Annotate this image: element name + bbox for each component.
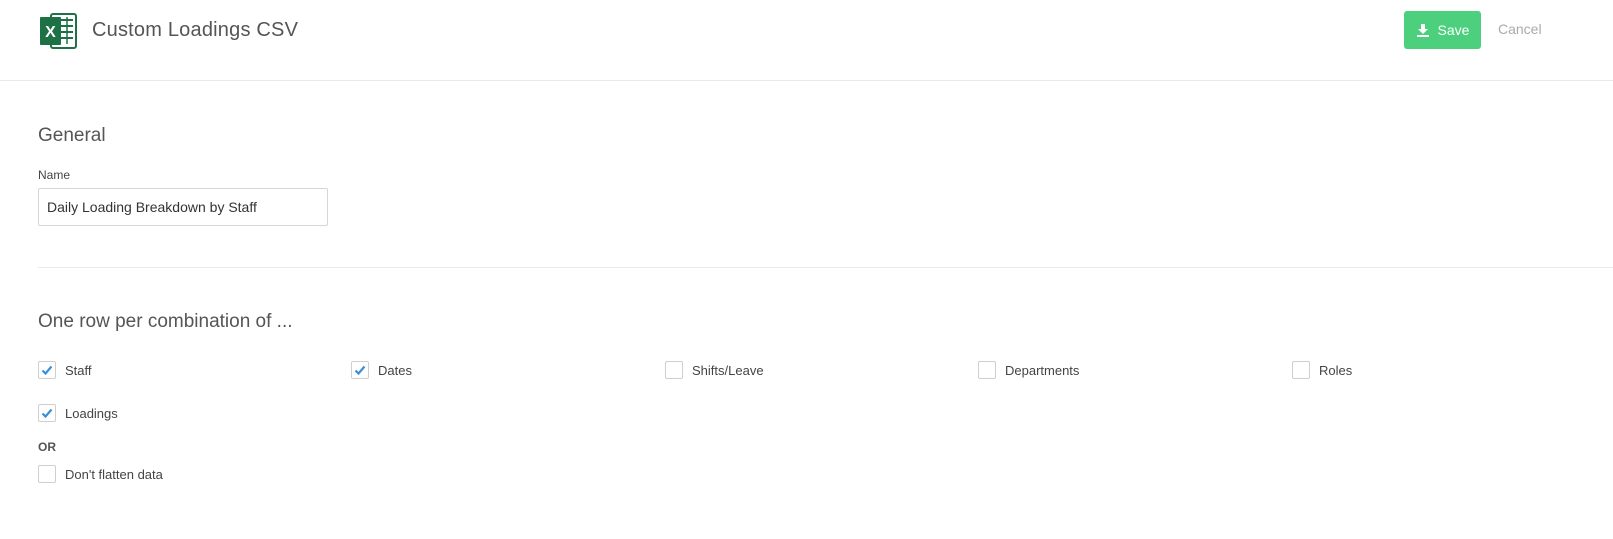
excel-icon: X <box>40 13 77 49</box>
save-button[interactable]: Save <box>1404 11 1481 49</box>
dont-flatten-checkbox[interactable] <box>38 465 56 483</box>
checkmark-icon <box>354 365 366 376</box>
roles-checkbox[interactable] <box>1292 361 1310 379</box>
option-label: Staff <box>65 362 92 378</box>
option-label: Loadings <box>65 405 118 421</box>
option-label: Don't flatten data <box>65 466 163 482</box>
option-label: Departments <box>1005 362 1080 378</box>
dates-checkbox[interactable] <box>351 361 369 379</box>
option-shifts-leave[interactable]: Shifts/Leave <box>665 361 764 379</box>
section-divider <box>38 267 1613 268</box>
checkmark-icon <box>41 365 53 376</box>
option-staff[interactable]: Staff <box>38 361 92 379</box>
or-separator: OR <box>38 440 56 454</box>
name-label: Name <box>38 168 71 182</box>
top-bar: X Custom Loadings CSV Save Cancel <box>0 0 1613 81</box>
option-label: Shifts/Leave <box>692 362 764 378</box>
shifts-leave-checkbox[interactable] <box>665 361 683 379</box>
option-label: Dates <box>378 362 412 378</box>
combination-heading: One row per combination of ... <box>38 311 293 332</box>
option-loadings[interactable]: Loadings <box>38 404 118 422</box>
page-title: Custom Loadings CSV <box>92 19 299 41</box>
departments-checkbox[interactable] <box>978 361 996 379</box>
name-input[interactable] <box>38 188 328 226</box>
loadings-checkbox[interactable] <box>38 404 56 422</box>
staff-checkbox[interactable] <box>38 361 56 379</box>
option-departments[interactable]: Departments <box>978 361 1079 379</box>
save-button-label: Save <box>1437 22 1470 38</box>
excel-logo-letter: X <box>45 24 56 41</box>
cancel-link[interactable]: Cancel <box>1498 21 1542 37</box>
general-heading: General <box>38 125 106 146</box>
option-dont-flatten[interactable]: Don't flatten data <box>38 465 163 483</box>
option-dates[interactable]: Dates <box>351 361 412 379</box>
download-icon <box>1416 24 1429 37</box>
option-roles[interactable]: Roles <box>1292 361 1352 379</box>
checkmark-icon <box>41 408 53 419</box>
option-label: Roles <box>1319 362 1353 378</box>
